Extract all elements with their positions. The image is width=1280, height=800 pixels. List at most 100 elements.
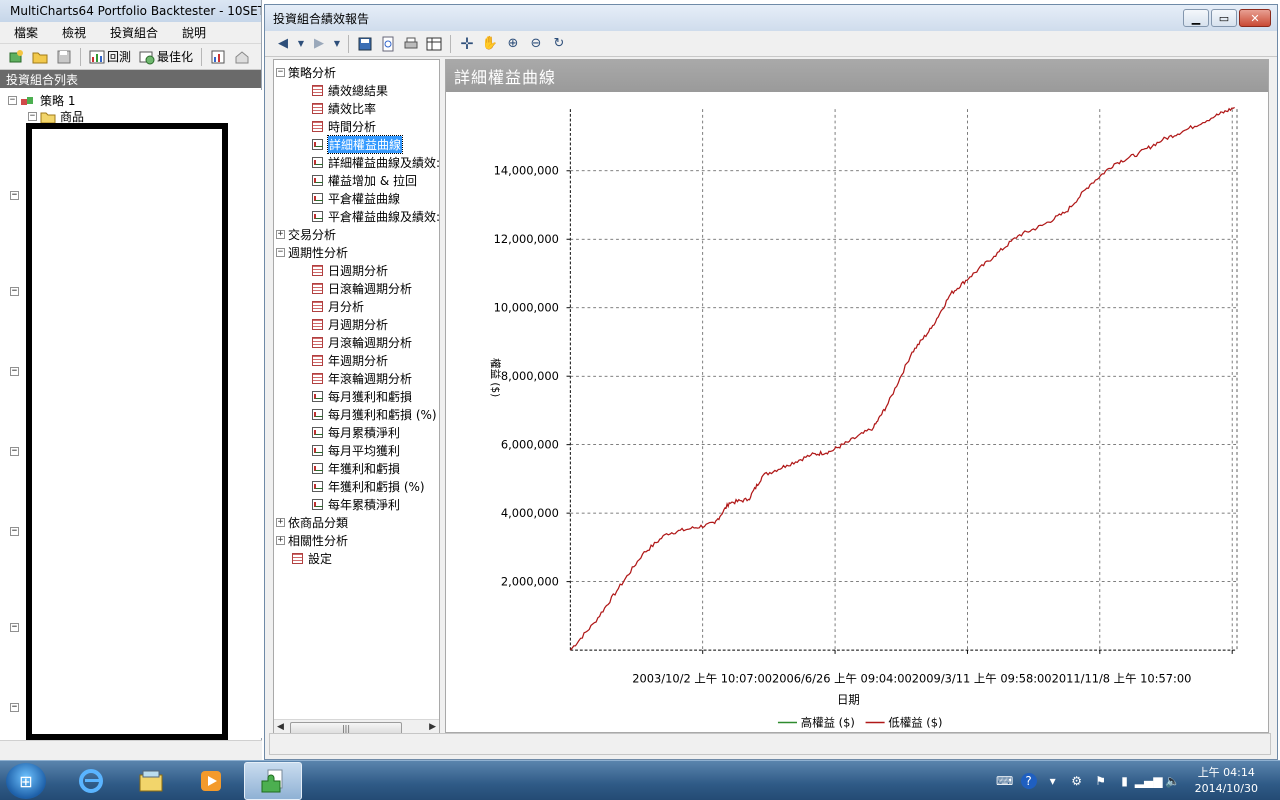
nav-item[interactable]: 績效總結果 bbox=[312, 81, 388, 99]
nav-item-label: 日週期分析 bbox=[328, 263, 389, 278]
menu-view[interactable]: 檢視 bbox=[48, 24, 96, 41]
keyboard-icon[interactable]: ⌨ bbox=[996, 773, 1013, 789]
nav-item[interactable]: − 策略分析 bbox=[276, 63, 336, 81]
nav-item[interactable]: 月週期分析 bbox=[312, 315, 388, 333]
nav-item[interactable]: 平倉權益曲線及績效: bbox=[312, 207, 439, 225]
nav-item[interactable]: 詳細權益曲線 bbox=[312, 134, 404, 154]
equity-chart[interactable]: 2,000,000 4,000,000 6,000,000 8,000,000 10,0… bbox=[446, 92, 1268, 732]
nav-item[interactable]: 每月獲利和虧損 (%) bbox=[312, 405, 437, 423]
back-button[interactable]: ◀ bbox=[273, 34, 293, 54]
nav-item[interactable]: 詳細權益曲線及績效: bbox=[312, 153, 439, 171]
backtest-button[interactable]: 回測 bbox=[87, 47, 133, 66]
signal-icon[interactable]: ▂▄▆ bbox=[1135, 773, 1163, 789]
nav-item[interactable]: + 相關性分析 bbox=[276, 531, 348, 549]
taskbar-media-button[interactable] bbox=[182, 762, 240, 800]
nav-item[interactable]: 月分析 bbox=[312, 297, 364, 315]
open-folder-button[interactable] bbox=[30, 48, 50, 66]
nav-item[interactable]: 年滾輪週期分析 bbox=[312, 369, 412, 387]
minimize-button[interactable]: ▁ bbox=[1183, 9, 1209, 27]
nav-item[interactable]: 每月平均獲利 bbox=[312, 441, 400, 459]
nav-item-label: 績效比率 bbox=[328, 101, 377, 116]
nav-item[interactable]: 平倉權益曲線 bbox=[312, 189, 400, 207]
system-tray: ⌨ ? ▾ ⚙ ⚑ ▮ ▂▄▆ 🔈 上午 04:14 2014/10/30 bbox=[996, 761, 1280, 800]
reset-zoom-button[interactable]: ↻ bbox=[549, 34, 569, 54]
collapse-expander-icon[interactable]: − bbox=[276, 247, 285, 257]
nav-item-label: 時間分析 bbox=[328, 119, 377, 134]
taskbar-multicharts-button[interactable] bbox=[244, 762, 302, 800]
maximize-button[interactable]: ▭ bbox=[1211, 9, 1237, 27]
side-expander-icon[interactable]: − bbox=[10, 287, 19, 296]
report-chart-icon bbox=[312, 426, 323, 438]
save-report-button[interactable] bbox=[355, 34, 375, 54]
expand-expander-icon[interactable]: + bbox=[276, 535, 285, 545]
scroll-left-icon[interactable]: ◀ bbox=[277, 722, 284, 732]
save-icon bbox=[358, 37, 372, 50]
crosshair-button[interactable]: ✛ bbox=[457, 34, 477, 54]
clock[interactable]: 上午 04:14 2014/10/30 bbox=[1195, 765, 1258, 797]
toolbar-separator bbox=[201, 47, 203, 66]
print-button[interactable] bbox=[401, 34, 421, 54]
side-expander-icon[interactable]: − bbox=[10, 367, 19, 376]
table-view-button[interactable] bbox=[424, 34, 444, 54]
print-preview-button[interactable] bbox=[378, 34, 398, 54]
action-center-icon[interactable]: ⚑ bbox=[1093, 773, 1109, 789]
taskbar-ie-button[interactable] bbox=[62, 762, 120, 800]
tree-strategy-node[interactable]: − 策略 1 bbox=[8, 92, 75, 109]
nav-item[interactable]: 權益增加 & 拉回 bbox=[312, 171, 417, 189]
menu-portfolio[interactable]: 投資組合 bbox=[96, 24, 168, 41]
volume-icon[interactable]: 🔈 bbox=[1165, 773, 1181, 789]
nav-item[interactable]: − 週期性分析 bbox=[276, 243, 348, 261]
nav-item[interactable]: 日滾輪週期分析 bbox=[312, 279, 412, 297]
media-player-icon bbox=[201, 771, 221, 791]
show-hidden-icons[interactable]: ▾ bbox=[1045, 773, 1061, 789]
main-horizontal-scrollbar[interactable] bbox=[0, 740, 262, 760]
menu-help[interactable]: 說明 bbox=[168, 24, 216, 41]
back-dropdown[interactable]: ▼ bbox=[296, 34, 306, 54]
home-button[interactable] bbox=[232, 48, 252, 66]
nav-item-label: 年獲利和虧損 (%) bbox=[328, 479, 425, 494]
expand-expander-icon[interactable]: + bbox=[276, 517, 285, 527]
side-expander-icon[interactable]: − bbox=[10, 703, 19, 712]
report-table-icon bbox=[312, 282, 323, 294]
scroll-right-icon[interactable]: ▶ bbox=[429, 722, 436, 732]
start-button[interactable]: ⊞ bbox=[6, 763, 46, 799]
nav-item[interactable]: 年獲利和虧損 (%) bbox=[312, 477, 425, 495]
nav-item[interactable]: 每月獲利和虧損 bbox=[312, 387, 412, 405]
collapse-expander-icon[interactable]: − bbox=[28, 112, 37, 121]
x-axis-title: 日期 bbox=[837, 692, 860, 706]
help-icon[interactable]: ? bbox=[1020, 773, 1037, 789]
y-tick-label: 4,000,000 bbox=[501, 506, 559, 520]
report-button[interactable] bbox=[208, 48, 228, 66]
nav-item[interactable]: 月滾輪週期分析 bbox=[312, 333, 412, 351]
nav-item[interactable]: 設定 bbox=[292, 549, 332, 567]
side-expander-icon[interactable]: − bbox=[10, 527, 19, 536]
side-expander-icon[interactable]: − bbox=[10, 623, 19, 632]
zoom-in-button[interactable]: ⊕ bbox=[503, 34, 523, 54]
nav-item[interactable]: 日週期分析 bbox=[312, 261, 388, 279]
nav-item[interactable]: 績效比率 bbox=[312, 99, 376, 117]
zoom-out-button[interactable]: ⊖ bbox=[526, 34, 546, 54]
optimize-button[interactable]: 最佳化 bbox=[137, 47, 195, 66]
power-icon[interactable]: ▮ bbox=[1117, 773, 1133, 789]
side-expander-icon[interactable]: − bbox=[10, 191, 19, 200]
menu-file[interactable]: 檔案 bbox=[0, 24, 48, 41]
nav-item[interactable]: 時間分析 bbox=[312, 117, 376, 135]
close-button[interactable]: ✕ bbox=[1239, 9, 1271, 27]
new-portfolio-button[interactable] bbox=[6, 48, 26, 66]
expand-expander-icon[interactable]: + bbox=[276, 229, 285, 239]
collapse-expander-icon[interactable]: − bbox=[276, 67, 285, 77]
pan-button[interactable]: ✋ bbox=[480, 34, 500, 54]
nav-item[interactable]: + 依商品分類 bbox=[276, 513, 348, 531]
network-share-icon[interactable]: ⚙ bbox=[1069, 773, 1085, 789]
collapse-expander-icon[interactable]: − bbox=[8, 96, 17, 105]
forward-dropdown[interactable]: ▼ bbox=[332, 34, 342, 54]
forward-button[interactable]: ▶ bbox=[309, 34, 329, 54]
side-expander-icon[interactable]: − bbox=[10, 447, 19, 456]
nav-item[interactable]: + 交易分析 bbox=[276, 225, 336, 243]
nav-item[interactable]: 每月累積淨利 bbox=[312, 423, 400, 441]
nav-item[interactable]: 每年累積淨利 bbox=[312, 495, 400, 513]
save-button[interactable] bbox=[54, 48, 74, 66]
taskbar-explorer-button[interactable] bbox=[122, 762, 180, 800]
nav-item[interactable]: 年獲利和虧損 bbox=[312, 459, 400, 477]
nav-item[interactable]: 年週期分析 bbox=[312, 351, 388, 369]
